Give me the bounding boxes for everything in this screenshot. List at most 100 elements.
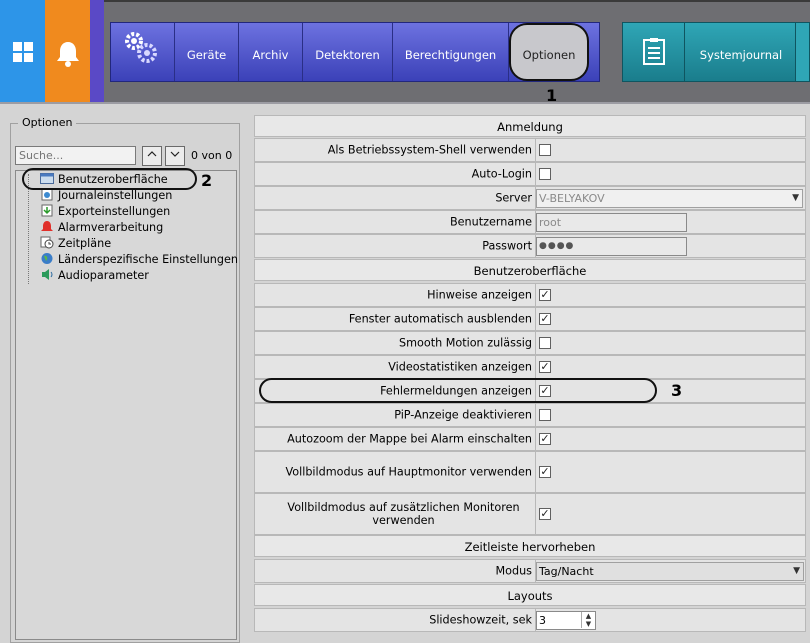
callout-2: 2 [201,171,213,190]
row-label: Videostatistiken anzeigen [388,360,532,374]
server-select[interactable]: V-BELYAKOV ▼ [536,189,803,208]
system-panel-tail [795,23,809,81]
row-label: Vollbildmodus auf Hauptmonitor verwenden [285,465,532,479]
slideshow-value: 3 [539,614,546,627]
tree-item-journaleinstellungen[interactable]: Journaleinstellungen [40,188,172,204]
row-label: Smooth Motion zulässig [399,336,532,350]
tree-item-label: Exporteinstellungen [58,205,171,218]
windows-tile[interactable] [0,0,45,104]
row-fenster-ausblenden: Fenster automatisch ausblenden ✓ [254,307,806,331]
bell-icon [57,42,79,67]
dropdown-arrow-icon: ▼ [792,193,799,203]
search-input[interactable] [15,146,136,165]
modus-select[interactable]: Tag/Nacht ▼ [536,562,804,581]
tree-item-alarmverarbeitung[interactable]: Alarmverarbeitung [40,220,163,236]
row-autozoom: Autozoom der Mappe bei Alarm einschalten… [254,427,806,451]
row-autologin: Auto-Login [254,162,806,186]
smooth-motion-checkbox[interactable] [539,337,551,349]
chevron-up-icon [147,151,157,157]
section-benutzeroberflaeche: Benutzeroberfläche [254,259,806,281]
fenster-ausblenden-checkbox[interactable]: ✓ [539,313,551,325]
menu-berechtigungen[interactable]: Berechtigungen [393,23,509,81]
row-label: Fenster automatisch ausblenden [348,312,532,326]
row-shell: Als Betriebssystem-Shell verwenden [254,138,806,162]
row-label: Passwort [482,239,532,253]
row-hinweise: Hinweise anzeigen ✓ [254,283,806,307]
row-vollbild-zusaetzlich: Vollbildmodus auf zusätzlichen Monitoren… [254,493,806,535]
row-pip: PiP-Anzeige deaktivieren [254,403,806,427]
row-label: Benutzername [449,215,532,229]
clock-icon [40,236,54,249]
search-prev-button[interactable] [142,146,162,166]
row-label: Server [495,191,532,205]
username-field[interactable]: root [536,213,687,232]
tree-item-label: Journaleinstellungen [58,189,173,202]
speaker-icon [42,269,53,280]
row-smooth-motion: Smooth Motion zulässig [254,331,806,355]
tree-item-label: Zeitpläne [58,237,112,250]
tree-item-zeitplaene[interactable]: Zeitpläne [40,236,111,252]
section-zeitleiste: Zeitleiste hervorheben [254,535,806,557]
spin-down-icon[interactable]: ▼ [581,620,595,628]
search-next-button[interactable] [165,146,185,166]
dropdown-arrow-icon: ▼ [793,566,800,576]
chevron-down-icon [170,151,180,157]
section-layouts: Layouts [254,584,806,606]
tree-item-laenderspezifische-einstellungen[interactable]: Länderspezifische Einstellungen [40,252,238,268]
row-label: Slideshowzeit, sek [429,613,532,627]
vollbild-haupt-checkbox[interactable]: ✓ [539,466,551,478]
pip-checkbox[interactable] [539,409,551,421]
videostatistiken-checkbox[interactable]: ✓ [539,361,551,373]
tree-item-exporteinstellungen[interactable]: Exporteinstellungen [40,204,170,220]
row-vollbild-haupt: Vollbildmodus auf Hauptmonitor verwenden… [254,451,806,493]
row-benutzername: Benutzername root [254,210,806,234]
menu-systemjournal[interactable]: Systemjournal [685,23,797,81]
top-bar: Geräte Archiv Detektoren Berechtigungen … [0,0,810,105]
menu-optionen[interactable]: Optionen [509,23,589,81]
options-legend: Optionen [18,116,77,129]
row-label: Vollbildmodus auf zusätzlichen Monitoren… [287,501,520,527]
tree-item-audioparameter[interactable]: Audioparameter [40,268,149,284]
row-modus: Modus Tag/Nacht ▼ [254,559,806,583]
clipboard-icon [643,38,665,65]
alarm-icon [41,221,53,231]
row-label: Autozoom der Mappe bei Alarm einschalten [287,432,532,446]
shell-checkbox[interactable] [539,144,551,156]
settings-cell[interactable] [111,23,175,81]
tree-item-label: Länderspezifische Einstellungen [58,253,238,266]
vollbild-zusaetzlich-checkbox[interactable]: ✓ [539,508,551,520]
hinweise-checkbox[interactable]: ✓ [539,289,551,301]
autologin-checkbox[interactable] [539,168,551,180]
row-label: Modus [495,564,532,578]
row-passwort: Passwort ●●●● [254,234,806,258]
gears-icon [125,32,157,63]
alarm-tile[interactable] [45,0,90,104]
server-value: V-BELYAKOV [539,192,605,205]
menu-detektoren[interactable]: Detektoren [303,23,393,81]
row-label: Hinweise anzeigen [427,288,532,302]
autozoom-checkbox[interactable]: ✓ [539,433,551,445]
windows-icon [13,42,33,62]
tree-item-label: Audioparameter [58,269,149,282]
journal-cell[interactable] [623,23,685,81]
row-slideshow: Slideshowzeit, sek 3 ▲ ▼ [254,608,806,632]
tree-item-label: Alarmverarbeitung [58,221,164,234]
top-strip [0,0,810,2]
callout-3: 3 [671,381,683,400]
row-label: Als Betriebssystem-Shell verwenden [327,143,532,157]
password-field[interactable]: ●●●● [536,237,687,256]
top-bar-divider [0,102,810,104]
row-label: PiP-Anzeige deaktivieren [394,408,532,422]
section-anmeldung: Anmeldung [254,115,806,137]
menu-archiv[interactable]: Archiv [239,23,303,81]
spin-up-icon[interactable]: ▲ [581,612,595,620]
main-menu: Geräte Archiv Detektoren Berechtigungen … [110,22,600,82]
options-tree: Benutzeroberfläche Journaleinstellungen … [15,170,238,640]
slideshow-spinner[interactable]: 3 ▲ ▼ [536,611,596,630]
row-server: Server V-BELYAKOV ▼ [254,186,806,210]
globe-icon [41,253,53,264]
modus-value: Tag/Nacht [539,565,594,578]
callout-oval-3 [259,378,657,403]
side-accent [90,0,104,104]
menu-geraete[interactable]: Geräte [175,23,239,81]
